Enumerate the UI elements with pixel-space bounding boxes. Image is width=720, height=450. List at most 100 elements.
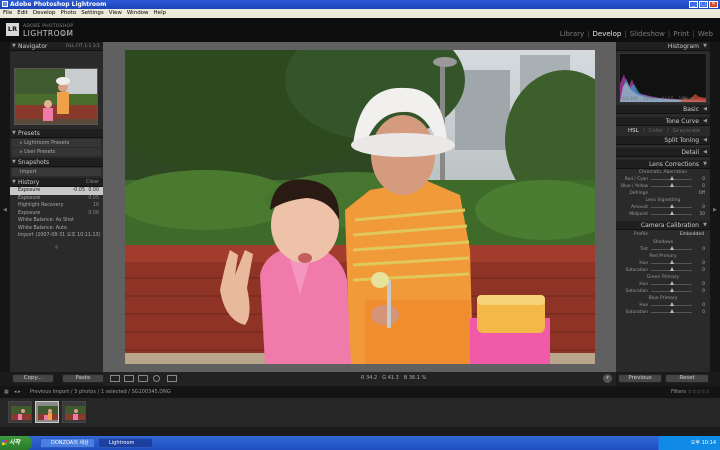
left-panel-toggle[interactable]: ◀ — [0, 42, 10, 372]
filmstrip-info[interactable]: Previous Import / 3 photos / 1 selected … — [30, 386, 171, 398]
slider-knob[interactable] — [670, 302, 674, 306]
module-separator: | — [624, 30, 627, 38]
before-after-icon[interactable] — [124, 375, 134, 382]
slider-red-hue[interactable]: Hue 0 — [616, 260, 710, 267]
window-titlebar[interactable]: Adobe Photoshop Lightroom _ □ ✕ — [0, 0, 720, 9]
camera-calibration-header[interactable]: Camera Calibration ▼ — [616, 221, 710, 230]
slider-red-saturation[interactable]: Saturation 0 — [616, 267, 710, 274]
history-row[interactable]: Exposure 0.06 — [10, 210, 103, 218]
navigator-zoom-options[interactable]: FILL FIT 1:1 3:1 — [66, 42, 100, 51]
slider-blue-saturation[interactable]: Saturation 0 — [616, 309, 710, 316]
preset-folder-user[interactable]: User Presets — [12, 148, 101, 156]
taskbar-item-browser[interactable]: DONZOA의 세상 — [40, 438, 95, 448]
slider-knob[interactable] — [670, 281, 674, 285]
nav-arrows-icon[interactable]: ◂ ▸ — [14, 386, 21, 398]
slider-blue-yellow[interactable]: Blue / Yellow 0 — [616, 183, 710, 190]
history-clear-button[interactable]: Clear — [86, 178, 99, 187]
crop-icon[interactable] — [138, 375, 148, 382]
close-button[interactable]: ✕ — [709, 1, 718, 8]
filmstrip-filters[interactable]: Filters ☆☆☆☆☆ — [671, 386, 710, 398]
menu-develop[interactable]: Develop — [33, 9, 56, 18]
history-header[interactable]: ▼ History Clear — [10, 178, 103, 187]
menu-view[interactable]: View — [109, 9, 122, 18]
start-button[interactable]: 시작 — [0, 436, 32, 450]
module-library[interactable]: Library — [560, 30, 584, 38]
navigator-title: Navigator — [18, 43, 48, 50]
slider-knob[interactable] — [670, 211, 674, 215]
slider-green-saturation[interactable]: Saturation 0 — [616, 288, 710, 295]
slider-knob[interactable] — [670, 183, 674, 187]
defringe-select[interactable]: Defringe Off — [616, 190, 710, 197]
module-print[interactable]: Print — [673, 30, 689, 38]
histogram[interactable]: ISO 200 18 mm f / 3.5 1/60 sec — [619, 53, 707, 103]
presets-header[interactable]: ▼ Presets — [10, 129, 103, 138]
white-balance-icon[interactable] — [167, 375, 177, 382]
copy-settings-button[interactable]: Copy... — [12, 374, 54, 383]
menu-photo[interactable]: Photo — [61, 9, 77, 18]
snapshot-item[interactable]: Import — [12, 168, 101, 176]
history-row[interactable]: Exposure 0.05 — [10, 195, 103, 203]
slider-knob[interactable] — [670, 204, 674, 208]
navigator-header[interactable]: ▼ Navigator FILL FIT 1:1 3:1 — [10, 42, 103, 51]
split-toning-header[interactable]: Split Toning ◀ — [616, 136, 710, 145]
main-photo[interactable] — [125, 50, 595, 364]
history-row[interactable]: White Balance: Auto — [10, 225, 103, 233]
triangle-right-icon: ▶ — [713, 207, 717, 213]
slider-vignette-midpoint[interactable]: Midpoint 50 — [616, 211, 710, 218]
module-develop[interactable]: Develop — [593, 30, 622, 38]
image-canvas[interactable] — [103, 42, 616, 372]
slider-red-cyan[interactable]: Red / Cyan 0 — [616, 176, 710, 183]
menu-edit[interactable]: Edit — [17, 9, 28, 18]
basic-header[interactable]: Basic ◀ — [616, 105, 710, 114]
loupe-view-icon[interactable] — [110, 375, 120, 382]
slider-knob[interactable] — [670, 176, 674, 180]
film-thumbnail-selected[interactable] — [35, 401, 59, 423]
grid-view-icon[interactable]: ▦ — [4, 386, 9, 398]
taskbar-item-lightroom[interactable]: Lightroom — [98, 438, 153, 448]
minimize-button[interactable]: _ — [689, 1, 698, 8]
history-row[interactable]: White Balance: As Shot — [10, 217, 103, 225]
tone-curve-header[interactable]: Tone Curve ◀ — [616, 117, 710, 126]
slider-knob[interactable] — [670, 309, 674, 313]
navigator-image — [15, 69, 97, 124]
menu-settings[interactable]: Settings — [81, 9, 104, 18]
tab-hsl[interactable]: HSL — [628, 126, 639, 136]
toolbar-menu-icon[interactable]: ▾ — [603, 374, 612, 383]
detail-header[interactable]: Detail ◀ — [616, 148, 710, 157]
history-row[interactable]: Exposure -0.05 0.00 — [10, 187, 103, 195]
slider-green-hue[interactable]: Hue 0 — [616, 281, 710, 288]
menu-window[interactable]: Window — [127, 9, 149, 18]
maximize-button[interactable]: □ — [699, 1, 708, 8]
slider-vignette-amount[interactable]: Amount 0 — [616, 204, 710, 211]
histogram-header[interactable]: Histogram ▼ — [616, 42, 710, 51]
slider-shadows-tint[interactable]: Tint 0 — [616, 246, 710, 253]
menu-file[interactable]: File — [3, 9, 12, 18]
history-row[interactable]: Import (2007-08-31 오후 10:11:13) — [10, 232, 103, 240]
filmstrip-scrollbar[interactable] — [0, 427, 720, 436]
reset-button[interactable]: Reset — [665, 374, 709, 383]
slider-knob[interactable] — [670, 260, 674, 264]
navigator-preview[interactable] — [14, 68, 98, 125]
module-slideshow[interactable]: Slideshow — [630, 30, 665, 38]
slider-knob[interactable] — [670, 267, 674, 271]
snapshots-header[interactable]: ▼ Snapshots — [10, 158, 103, 167]
right-panel-toggle[interactable]: ▶ — [710, 42, 720, 372]
tab-color[interactable]: Color — [649, 126, 663, 136]
profile-value: Embedded — [679, 232, 704, 237]
preset-folder-lightroom[interactable]: Lightroom Presets — [12, 139, 101, 147]
slider-blue-hue[interactable]: Hue 0 — [616, 302, 710, 309]
paste-settings-button[interactable]: Paste — [62, 374, 104, 383]
history-row[interactable]: Highlight Recovery 16 — [10, 202, 103, 210]
clock[interactable]: 오후 10:14 — [691, 440, 716, 446]
tab-grayscale[interactable]: Grayscale — [673, 126, 700, 136]
film-thumbnail[interactable] — [8, 401, 32, 423]
calibration-profile[interactable]: Profile Embedded — [616, 230, 710, 239]
slider-knob[interactable] — [670, 288, 674, 292]
red-eye-icon[interactable] — [153, 375, 160, 382]
menu-help[interactable]: Help — [154, 9, 167, 18]
film-thumbnail[interactable] — [62, 401, 86, 423]
lens-corrections-header[interactable]: Lens Corrections ▼ — [616, 160, 710, 169]
previous-settings-button[interactable]: Previous — [618, 374, 662, 383]
module-web[interactable]: Web — [698, 30, 713, 38]
slider-knob[interactable] — [670, 246, 674, 250]
